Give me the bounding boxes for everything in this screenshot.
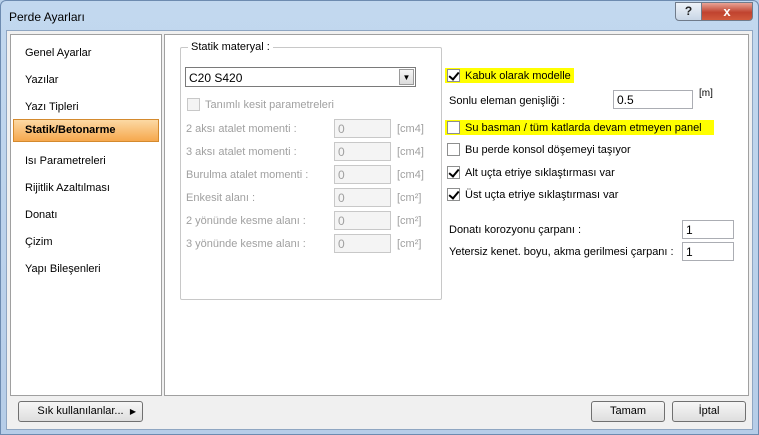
su-basman-label: Su basman / tüm katlarda devam etmeyen p… <box>465 121 702 134</box>
close-button[interactable]: x <box>701 2 753 21</box>
sidebar-item-label: Statik/Betonarme <box>25 124 116 136</box>
sidebar-item-cizim[interactable]: Çizim <box>13 231 159 254</box>
sonlu-eleman-input[interactable]: 0.5 <box>613 90 693 109</box>
atalet-3-label: 3 aksı atalet momenti : <box>186 146 297 158</box>
ust-uc-checkbox[interactable] <box>447 188 460 201</box>
atalet-2-unit: [cm4] <box>397 123 424 135</box>
kesme-2-unit: [cm²] <box>397 215 422 227</box>
ok-button[interactable]: Tamam <box>591 401 665 422</box>
sidebar-item-label: Yazılar <box>25 74 59 86</box>
ust-uc-label: Üst uçta etriye sıklaştırması var <box>465 188 619 201</box>
kesme-2-label: 2 yönünde kesme alanı : <box>186 215 306 227</box>
favorites-button-label: Sık kullanılanlar... <box>37 405 124 417</box>
settings-panel: Statik materyal : C20 S420 ▼ Tanımlı kes… <box>164 34 749 396</box>
sonlu-eleman-unit: [m] <box>699 88 713 99</box>
enkesit-label: Enkesit alanı : <box>186 192 256 204</box>
atalet-3-unit: [cm4] <box>397 146 424 158</box>
cancel-button[interactable]: İptal <box>672 401 746 422</box>
konsol-label: Bu perde konsol döşemeyi taşıyor <box>465 143 631 156</box>
kesme-3-unit: [cm²] <box>397 238 422 250</box>
burulma-label: Burulma atalet momenti : <box>186 169 309 181</box>
sidebar-item-label: Çizim <box>25 236 53 248</box>
sidebar-item-label: Yapı Bileşenleri <box>25 263 101 275</box>
su-basman-checkbox-row[interactable]: Su basman / tüm katlarda devam etmeyen p… <box>445 120 714 135</box>
korozyon-input[interactable]: 1 <box>682 220 734 239</box>
konsol-checkbox-row[interactable]: Bu perde konsol döşemeyi taşıyor <box>447 142 631 157</box>
favorites-button[interactable]: Sık kullanılanlar... ▶ <box>18 401 143 422</box>
tanimli-kesit-checkbox-row: Tanımlı kesit parametreleri <box>187 97 334 112</box>
sidebar-item-label: Rijitlik Azaltılması <box>25 182 110 194</box>
alt-uc-checkbox[interactable] <box>447 166 460 179</box>
kesme-3-input: 0 <box>334 234 391 253</box>
yetersiz-kenet-input[interactable]: 1 <box>682 242 734 261</box>
sidebar-item-yazilar[interactable]: Yazılar <box>13 69 159 92</box>
kesme-3-label: 3 yönünde kesme alanı : <box>186 238 306 250</box>
korozyon-label: Donatı korozyonu çarpanı : <box>449 224 582 236</box>
alt-uc-checkbox-row[interactable]: Alt uçta etriye sıklaştırması var <box>447 165 615 180</box>
kesme-2-input: 0 <box>334 211 391 230</box>
sidebar-item-statik-betonarme[interactable]: Statik/Betonarme <box>13 119 159 142</box>
konsol-checkbox[interactable] <box>447 143 460 156</box>
sonlu-eleman-label: Sonlu eleman genişliği : <box>449 95 566 107</box>
title-bar[interactable]: Perde Ayarları ? x <box>1 1 758 31</box>
sidebar-item-rijitlik-azaltilmasi[interactable]: Rijitlik Azaltılması <box>13 177 159 200</box>
atalet-2-input: 0 <box>334 119 391 138</box>
sidebar-item-label: Donatı <box>25 209 58 221</box>
material-combo[interactable]: C20 S420 ▼ <box>185 67 416 87</box>
su-basman-checkbox[interactable] <box>447 121 460 134</box>
sidebar-item-yazi-tipleri[interactable]: Yazı Tipleri <box>13 96 159 119</box>
sidebar-item-genel-ayarlar[interactable]: Genel Ayarlar <box>13 42 159 65</box>
kabuk-label: Kabuk olarak modelle <box>465 69 571 82</box>
window-title: Perde Ayarları <box>9 10 85 24</box>
settings-sidebar: Genel Ayarlar Yazılar Yazı Tipleri Stati… <box>10 34 162 396</box>
sidebar-item-label: Isı Parametreleri <box>25 155 106 167</box>
atalet-2-label: 2 aksı atalet momenti : <box>186 123 297 135</box>
material-combo-value: C20 S420 <box>189 71 243 85</box>
dialog-client: Genel Ayarlar Yazılar Yazı Tipleri Stati… <box>6 30 753 430</box>
enkesit-input: 0 <box>334 188 391 207</box>
enkesit-unit: [cm²] <box>397 192 422 204</box>
sidebar-item-yapi-bilesenleri[interactable]: Yapı Bileşenleri <box>13 258 159 281</box>
yetersiz-kenet-label: Yetersiz kenet. boyu, akma gerilmesi çar… <box>449 246 674 258</box>
ust-uc-checkbox-row[interactable]: Üst uçta etriye sıklaştırması var <box>447 187 618 202</box>
kabuk-checkbox-row[interactable]: Kabuk olarak modelle <box>445 68 574 83</box>
sidebar-item-label: Yazı Tipleri <box>25 101 79 113</box>
help-button[interactable]: ? <box>675 2 702 21</box>
atalet-3-input: 0 <box>334 142 391 161</box>
material-group-title: Statik materyal : <box>188 41 273 53</box>
tanimli-kesit-label: Tanımlı kesit parametreleri <box>205 98 334 111</box>
sidebar-item-donati[interactable]: Donatı <box>13 204 159 227</box>
dialog-window: Perde Ayarları ? x Genel Ayarlar Yazılar… <box>0 0 759 435</box>
burulma-unit: [cm4] <box>397 169 424 181</box>
alt-uc-label: Alt uçta etriye sıklaştırması var <box>465 166 615 179</box>
sidebar-item-isi-parametreleri[interactable]: Isı Parametreleri <box>13 150 159 173</box>
kabuk-checkbox[interactable] <box>447 69 460 82</box>
tanimli-kesit-checkbox <box>187 98 200 111</box>
chevron-down-icon[interactable]: ▼ <box>399 69 414 85</box>
sidebar-item-label: Genel Ayarlar <box>25 47 92 59</box>
chevron-right-icon: ▶ <box>129 407 136 416</box>
burulma-input: 0 <box>334 165 391 184</box>
